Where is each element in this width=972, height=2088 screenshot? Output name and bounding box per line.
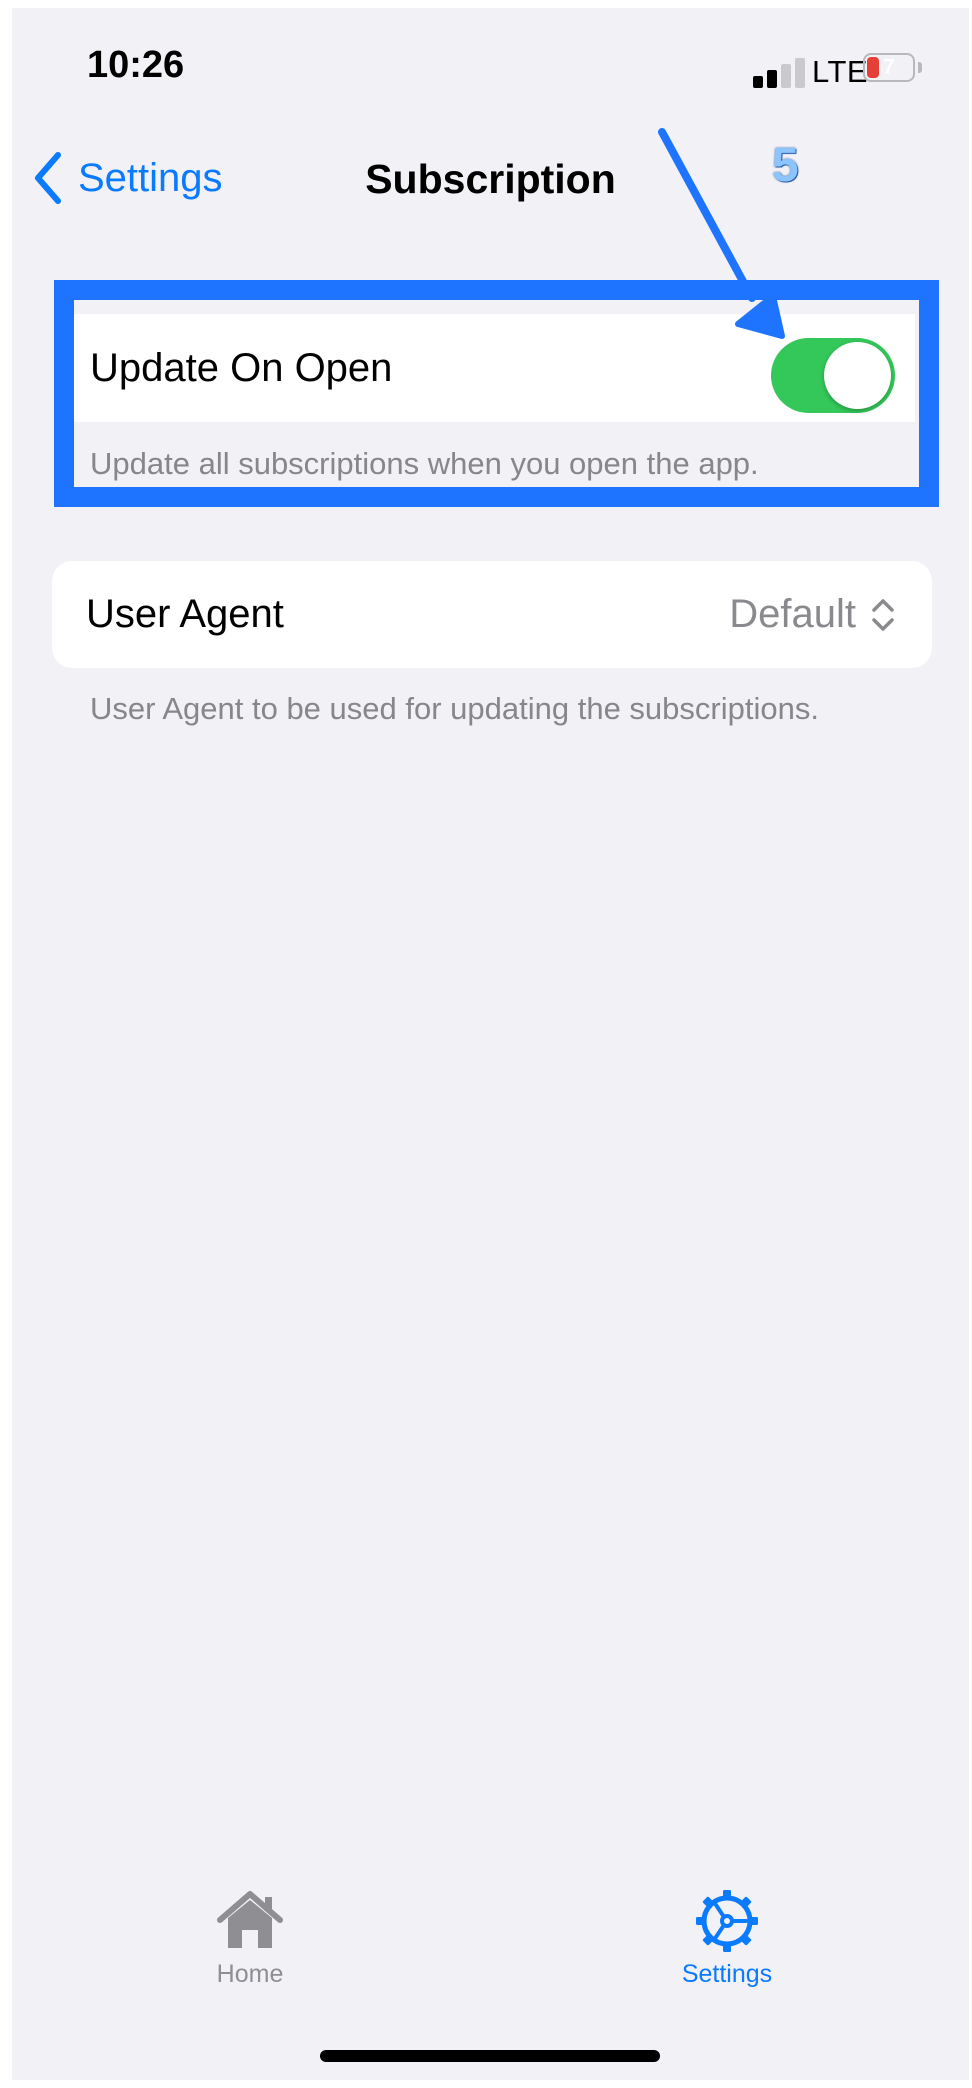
tab-home-label: Home <box>216 1960 284 1988</box>
gear-icon <box>696 1890 758 1952</box>
highlight-box-annotation <box>54 280 939 507</box>
battery-icon: 7 <box>863 53 915 82</box>
user-agent-row[interactable]: User Agent Default <box>52 561 932 668</box>
home-indicator[interactable] <box>320 2050 660 2062</box>
status-time: 10:26 <box>87 44 185 86</box>
user-agent-picker[interactable]: Default <box>729 561 896 668</box>
tab-settings-label: Settings <box>681 1960 773 1988</box>
user-agent-footer: User Agent to be used for updating the s… <box>90 691 819 726</box>
tab-settings[interactable]: Settings <box>627 1888 827 1989</box>
page-title: Subscription <box>365 156 616 202</box>
tab-home[interactable]: Home <box>150 1888 350 1989</box>
signal-icon <box>753 56 805 88</box>
chevron-up-down-icon <box>872 598 894 631</box>
user-agent-value: Default <box>729 592 856 636</box>
phone-screen: 10:26 LTE 7 Settings Subscription 5 Upda… <box>12 8 969 2080</box>
step-number-annotation: 5 <box>772 139 799 192</box>
battery-tip <box>918 62 922 73</box>
user-agent-label: User Agent <box>86 592 284 636</box>
network-type: LTE <box>812 54 869 89</box>
house-icon <box>217 1891 283 1948</box>
battery-level: 7 <box>883 56 895 78</box>
